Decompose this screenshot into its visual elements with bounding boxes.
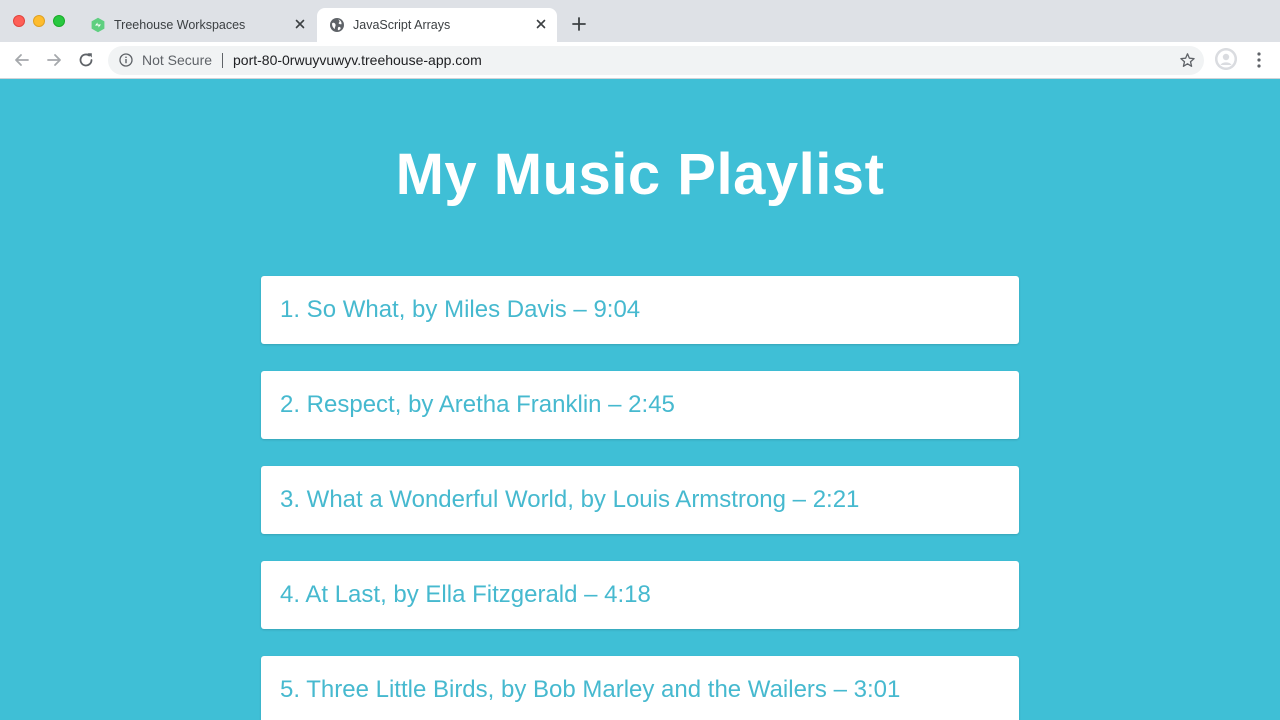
info-icon[interactable] (119, 53, 133, 67)
playlist-item: 3. What a Wonderful World, by Louis Arms… (261, 466, 1019, 534)
globe-icon (329, 17, 345, 33)
star-icon[interactable] (1179, 52, 1196, 69)
tab-title: JavaScript Arrays (353, 18, 451, 32)
more-vertical-icon[interactable] (1250, 50, 1268, 70)
plus-icon (572, 17, 586, 31)
playlist-item: 1. So What, by Miles Davis – 9:04 (261, 276, 1019, 344)
minimize-window-button[interactable] (33, 15, 45, 27)
address-separator (222, 53, 223, 68)
browser-window: Treehouse Workspaces JavaScript Arrays N… (0, 0, 1280, 720)
url-text[interactable]: port-80-0rwuyvuwyv.treehouse-app.com (233, 52, 482, 69)
playlist-item: 4. At Last, by Ella Fitzgerald – 4:18 (261, 561, 1019, 629)
close-icon[interactable] (533, 16, 549, 32)
forward-button[interactable] (43, 49, 65, 71)
playlist-item: 2. Respect, by Aretha Franklin – 2:45 (261, 371, 1019, 439)
reload-button[interactable] (75, 49, 97, 71)
page-content: My Music Playlist 1. So What, by Miles D… (0, 79, 1280, 720)
treehouse-icon (90, 17, 106, 33)
security-label[interactable]: Not Secure (142, 52, 212, 69)
back-button[interactable] (11, 49, 33, 71)
tab-strip: Treehouse Workspaces JavaScript Arrays (0, 0, 1280, 42)
page-title: My Music Playlist (395, 142, 885, 207)
arrow-left-icon (15, 54, 29, 66)
maximize-window-button[interactable] (53, 15, 65, 27)
avatar-icon[interactable] (1215, 48, 1237, 70)
playlist-item: 5. Three Little Birds, by Bob Marley and… (261, 656, 1019, 720)
reload-icon (79, 53, 93, 67)
playlist: 1. So What, by Miles Davis – 9:04 2. Res… (261, 276, 1019, 720)
address-bar[interactable]: Not Secure port-80-0rwuyvuwyv.treehouse-… (108, 46, 1204, 75)
close-window-button[interactable] (13, 15, 25, 27)
tab-treehouse-workspaces[interactable]: Treehouse Workspaces (80, 8, 316, 42)
arrow-right-icon (47, 54, 61, 66)
tab-javascript-arrays[interactable]: JavaScript Arrays (317, 8, 557, 42)
new-tab-button[interactable] (568, 13, 590, 35)
close-icon[interactable] (292, 16, 308, 32)
tab-title: Treehouse Workspaces (114, 18, 246, 32)
browser-toolbar: Not Secure port-80-0rwuyvuwyv.treehouse-… (0, 42, 1280, 79)
